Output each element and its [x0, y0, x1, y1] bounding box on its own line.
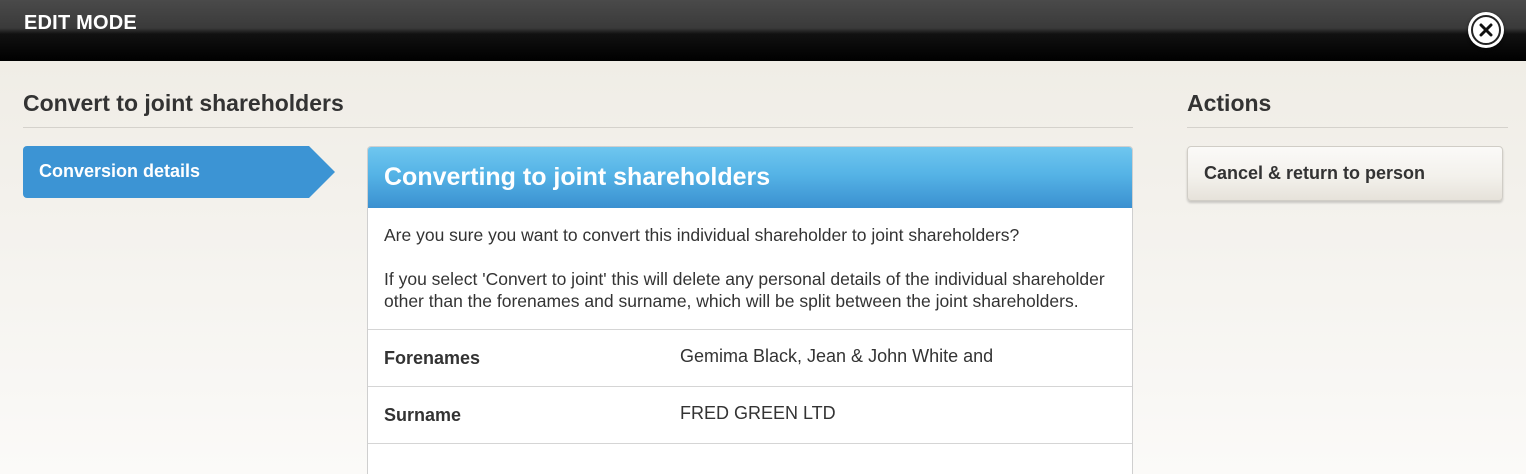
actions-heading: Actions: [1187, 90, 1508, 128]
cancel-return-button[interactable]: Cancel & return to person: [1187, 146, 1503, 201]
edit-mode-title: EDIT MODE: [24, 12, 137, 34]
conversion-warning: If you select 'Convert to joint' this wi…: [384, 269, 1105, 311]
conversion-panel: Converting to joint shareholders Are you…: [367, 146, 1133, 474]
close-icon: [1471, 15, 1501, 45]
forenames-row: Forenames Gemima Black, Jean & John Whit…: [368, 330, 1132, 387]
surname-value: FRED GREEN LTD: [680, 403, 836, 423]
edit-mode-bar: EDIT MODE: [0, 0, 1526, 61]
forenames-label: Forenames: [384, 348, 481, 368]
surname-row: Surname FRED GREEN LTD: [368, 387, 1132, 444]
panel-body: Are you sure you want to convert this in…: [368, 208, 1132, 330]
tab-conversion-details[interactable]: Conversion details: [23, 146, 335, 198]
confirmation-question: Are you sure you want to convert this in…: [384, 225, 1020, 245]
main-section: Convert to joint shareholders: [23, 90, 1133, 128]
close-button[interactable]: [1468, 12, 1504, 48]
panel-title: Converting to joint shareholders: [368, 147, 1132, 208]
forenames-value: Gemima Black, Jean & John White and: [680, 346, 994, 366]
page-title: Convert to joint shareholders: [23, 90, 1133, 128]
surname-label: Surname: [384, 405, 462, 425]
actions-section: Actions: [1187, 90, 1508, 128]
